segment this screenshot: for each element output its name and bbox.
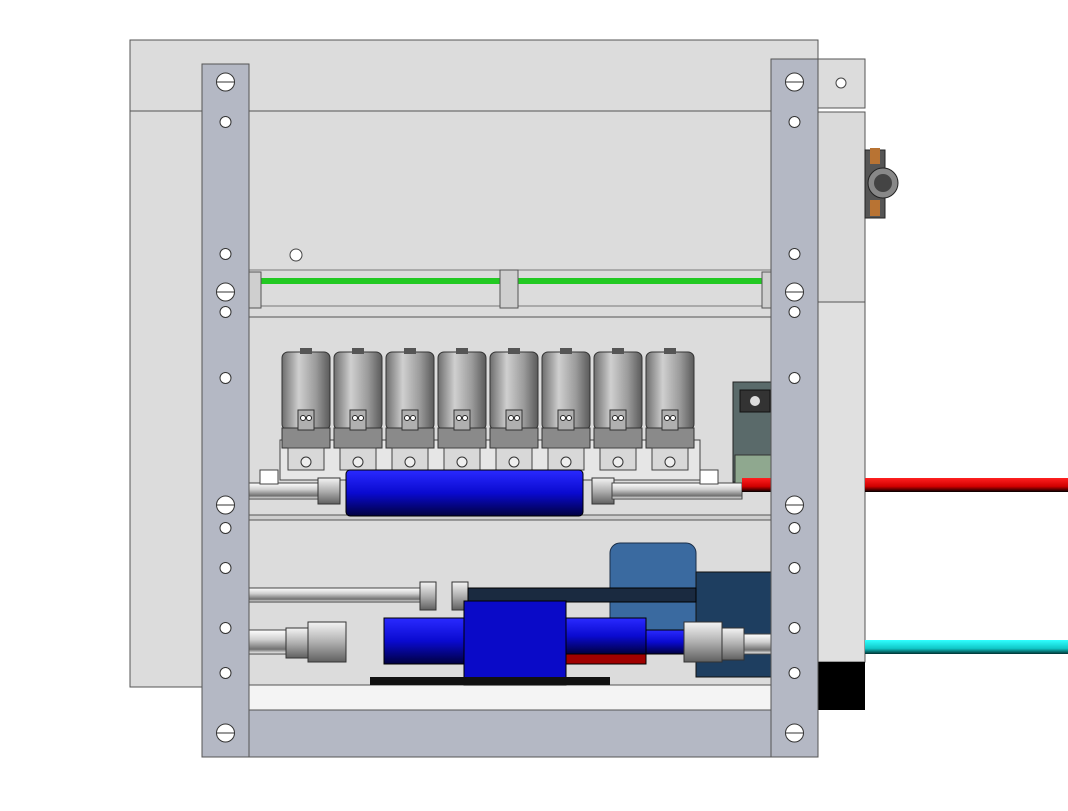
upper-pipe-left <box>248 482 330 500</box>
cyan-pipe <box>865 640 1068 654</box>
lower-pipe-top <box>248 587 426 603</box>
lower-base-plate <box>370 677 610 685</box>
frame-hole <box>788 562 801 574</box>
lower-fitting-mid-right <box>721 627 745 661</box>
frame-hole <box>788 522 801 534</box>
pressure-sensor <box>732 381 772 484</box>
frame-hole <box>788 667 801 679</box>
solenoid-valve <box>541 348 591 471</box>
frame-hole <box>788 116 801 128</box>
lower-fitting-mid-left <box>285 627 309 659</box>
upper-blue-block <box>345 469 584 517</box>
frame-hole <box>219 522 232 534</box>
solenoid-valve <box>333 348 383 471</box>
solenoid-valve <box>645 348 695 471</box>
lower-pipe-right <box>645 629 687 655</box>
red-pipe-inner <box>742 478 771 492</box>
frame-hole <box>785 72 804 92</box>
lower-pipe-tail <box>743 633 772 655</box>
frame-hole <box>788 622 801 634</box>
left-frame-rail <box>201 63 250 758</box>
frame-hole <box>216 72 235 92</box>
solenoid-valve <box>437 348 487 471</box>
lower-hex-nut-left <box>307 621 347 663</box>
side-box-lower <box>817 301 866 663</box>
upper-pipe-right <box>611 482 743 500</box>
manifold-support-right <box>699 469 719 485</box>
circular-connector <box>864 148 899 219</box>
frame-hole <box>219 248 232 260</box>
frame-hole <box>219 306 232 318</box>
frame-hole <box>219 116 232 128</box>
cad-drawing <box>129 39 1068 758</box>
lower-blue-tube-right <box>565 617 647 655</box>
frame-hole <box>219 667 232 679</box>
frame-hole <box>785 495 804 515</box>
frame-hole <box>219 562 232 574</box>
frame-hole <box>216 282 235 302</box>
frame-hole <box>788 372 801 384</box>
frame-hole <box>216 723 235 743</box>
frame-hole <box>788 306 801 318</box>
upper-fitting-left <box>317 477 341 505</box>
frame-hole <box>785 282 804 302</box>
frame-hole <box>216 495 235 515</box>
solenoid-valve <box>593 348 643 471</box>
upper-fitting-right <box>591 477 615 505</box>
lower-dark-tube <box>467 587 697 603</box>
solenoid-valve <box>489 348 539 471</box>
side-box-hole <box>835 77 847 89</box>
lower-blue-tube-left <box>383 617 467 665</box>
right-frame-rail <box>770 58 819 758</box>
shelf-lower <box>248 684 772 711</box>
bottom-rail <box>248 709 772 758</box>
solenoid-valve <box>385 348 435 471</box>
cad-assembly-view <box>0 0 1068 811</box>
red-pipe <box>865 478 1068 492</box>
frame-hole <box>219 372 232 384</box>
side-box-body <box>817 111 866 303</box>
lower-hex-nut-right <box>683 621 723 663</box>
manifold-support-left <box>259 469 279 485</box>
lower-fitting-top-1 <box>419 581 437 611</box>
frame-hole <box>785 723 804 743</box>
frame-hole <box>219 622 232 634</box>
frame-hole <box>788 248 801 260</box>
solenoid-valve <box>281 348 331 471</box>
side-box-black-base <box>818 662 865 710</box>
lower-blue-block <box>463 600 567 686</box>
